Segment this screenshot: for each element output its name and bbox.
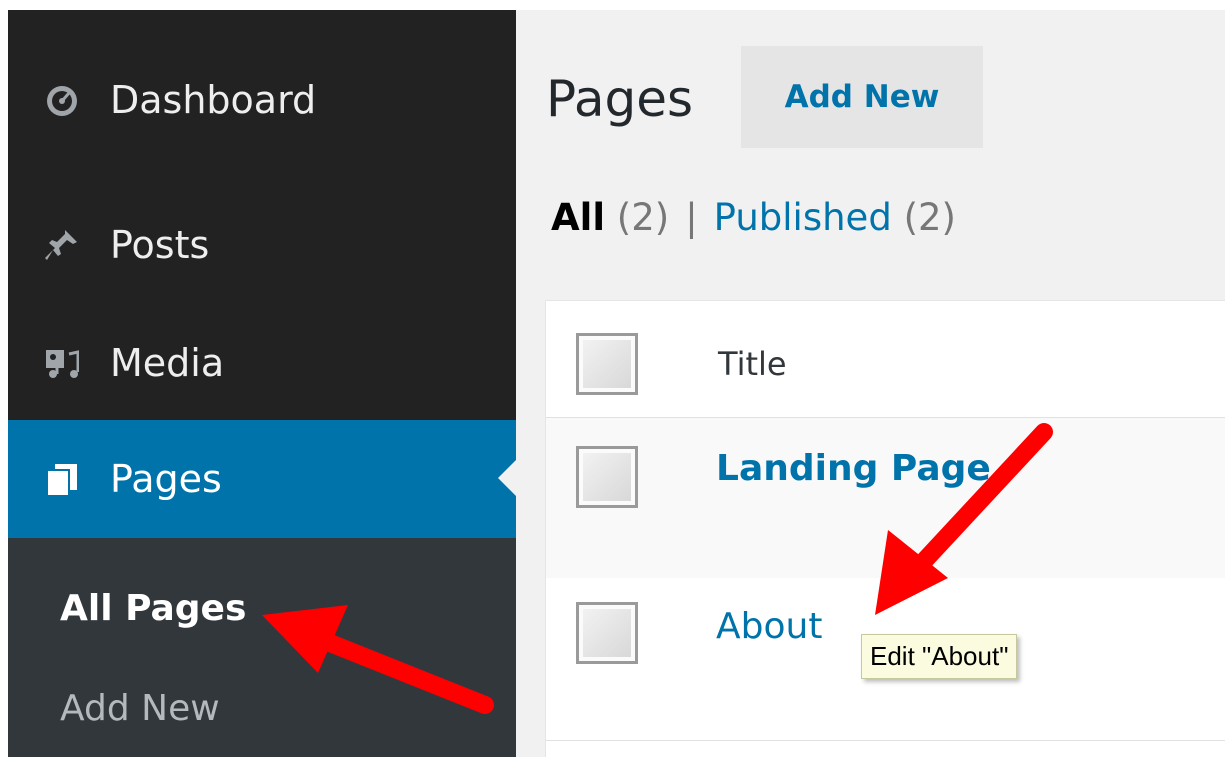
row-checkbox[interactable] [576,446,638,508]
pin-icon [44,227,80,263]
dashboard-icon [44,82,80,118]
filter-published-count: (2) [903,196,956,239]
filter-all-count: (2) [616,196,670,239]
page-title-link[interactable]: Landing Page [716,448,991,489]
sidebar-item-label: Dashboard [110,78,317,122]
pages-table: Title Landing Page About [545,300,1225,757]
pages-submenu: All Pages Add New [8,538,516,757]
add-new-button[interactable]: Add New [741,46,983,148]
sidebar-item-label: Pages [110,457,222,501]
admin-sidebar: Dashboard Posts Media Pages All Pages Ad… [8,10,516,757]
filter-separator: | [685,196,698,239]
submenu-all-pages[interactable]: All Pages [60,588,246,629]
page-title-link[interactable]: About [716,606,822,647]
sidebar-item-label: Media [110,341,225,385]
sidebar-item-label: Posts [110,223,210,267]
row-checkbox[interactable] [576,602,638,664]
sidebar-item-media[interactable]: Media [8,328,516,398]
sidebar-item-posts[interactable]: Posts [8,210,516,280]
table-row: Landing Page [546,418,1225,578]
sidebar-item-pages[interactable]: Pages [8,420,516,538]
active-menu-notch [498,460,516,496]
pages-icon [44,461,80,497]
wp-admin-frame: Dashboard Posts Media Pages All Pages Ad… [8,10,1225,757]
filter-published[interactable]: Published [714,196,892,239]
filter-all[interactable]: All [551,196,605,239]
select-all-checkbox[interactable] [576,333,638,395]
sidebar-item-dashboard[interactable]: Dashboard [8,65,516,135]
page-title: Pages [546,70,694,128]
table-header-row: Title [546,301,1225,418]
column-header-title[interactable]: Title [718,345,787,383]
submenu-add-new[interactable]: Add New [60,688,220,729]
media-icon [44,345,80,381]
link-tooltip: Edit "About" [861,634,1018,679]
status-filters: All (2) | Published (2) [551,196,956,239]
